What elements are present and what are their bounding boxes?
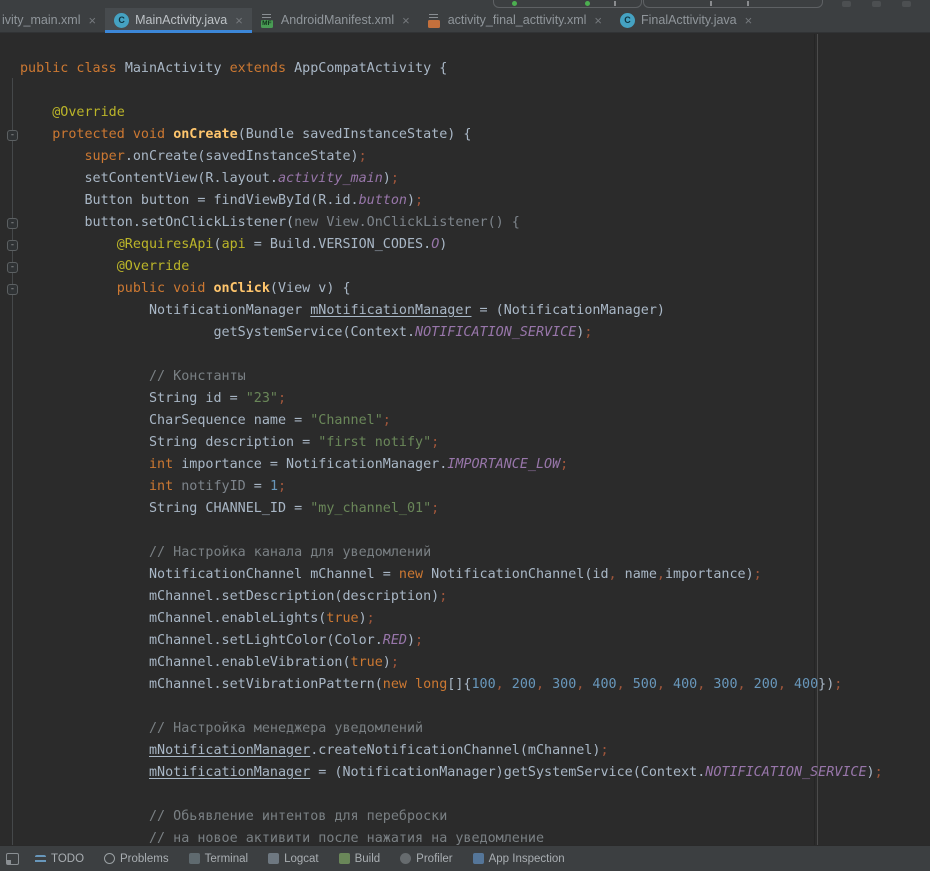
code-line [20, 80, 930, 102]
code-line: @Override [20, 256, 930, 278]
toolwindow-app-inspection[interactable]: App Inspection [473, 853, 565, 865]
code-line: button.setOnClickListener(new View.OnCli… [20, 212, 930, 234]
code-line: Button button = findViewById(R.id.button… [20, 190, 930, 212]
close-icon[interactable]: × [745, 14, 753, 27]
code-editor[interactable]: public class MainActivity extends AppCom… [0, 34, 930, 855]
code-line: mChannel.setDescription(description); [20, 586, 930, 608]
code-line: @RequiresApi(api = Build.VERSION_CODES.O… [20, 234, 930, 256]
code-line: public void onClick(View v) { [20, 278, 930, 300]
code-line: super.onCreate(savedInstanceState); [20, 146, 930, 168]
code-line: NotificationChannel mChannel = new Notif… [20, 564, 930, 586]
device-selector[interactable] [643, 0, 823, 8]
code-line: // Настройка менеджера уведомлений [20, 718, 930, 740]
code-line: CharSequence name = "Channel"; [20, 410, 930, 432]
toolbar-button-icon[interactable] [872, 1, 881, 7]
android-studio-window: { "ui": { "close_glyph": "×", "fold_glyp… [0, 0, 930, 855]
fold-collapse-icon[interactable]: - [7, 262, 18, 273]
tab-label: activity_final_acttivity.xml [448, 13, 587, 27]
code-line: public class MainActivity extends AppCom… [20, 58, 930, 80]
toolwindow-toggle-icon[interactable] [6, 853, 19, 865]
toolbar-mark [747, 1, 749, 6]
tool-window-bar: TODO Problems Terminal Logcat Build Prof… [0, 845, 930, 871]
tab-label: MainActivity.java [135, 13, 227, 27]
code-line: NotificationManager mNotificationManager… [20, 300, 930, 322]
code-line: mChannel.setLightColor(Color.RED); [20, 630, 930, 652]
tab-activity-main-xml[interactable]: ivity_main.xml × [0, 8, 105, 32]
editor-tab-bar: ivity_main.xml × C MainActivity.java × M… [0, 8, 930, 33]
code-line: setContentView(R.layout.activity_main); [20, 168, 930, 190]
toolwindow-label: Problems [120, 853, 169, 865]
code-line: String description = "first notify"; [20, 432, 930, 454]
toolwindow-label: Profiler [416, 853, 452, 865]
toolwindow-label: Build [355, 853, 381, 865]
toolbar-button-icon[interactable] [842, 1, 851, 7]
status-dot-icon [512, 1, 517, 6]
code-line: mChannel.enableVibration(true); [20, 652, 930, 674]
fold-collapse-icon[interactable]: - [7, 284, 18, 295]
close-icon[interactable]: × [89, 14, 97, 27]
toolbar-mark [614, 1, 616, 6]
tab-label: FinalActtivity.java [641, 13, 737, 27]
code-line: String id = "23"; [20, 388, 930, 410]
fold-collapse-icon[interactable]: - [7, 240, 18, 251]
main-toolbar-sliver [0, 0, 930, 8]
status-dot-icon [585, 1, 590, 6]
code-line [20, 520, 930, 542]
java-class-icon: C [620, 13, 635, 28]
code-line: mNotificationManager.createNotificationC… [20, 740, 930, 762]
code-line: String CHANNEL_ID = "my_channel_01"; [20, 498, 930, 520]
tab-mainactivity-java[interactable]: C MainActivity.java × [105, 8, 252, 32]
code-line: mChannel.setVibrationPattern(new long[]{… [20, 674, 930, 696]
tab-label: ivity_main.xml [2, 13, 81, 27]
toolwindow-todo[interactable]: TODO [35, 853, 84, 865]
close-icon[interactable]: × [594, 14, 602, 27]
code-line [20, 344, 930, 366]
toolbar-mark [710, 1, 712, 6]
code-line [20, 784, 930, 806]
toolwindow-profiler[interactable]: Profiler [400, 853, 452, 865]
tab-activity-final-acttivity-xml[interactable]: activity_final_acttivity.xml × [419, 8, 611, 32]
code-line: protected void onCreate(Bundle savedInst… [20, 124, 930, 146]
toolwindow-label: Logcat [284, 853, 319, 865]
fold-collapse-icon[interactable]: - [7, 218, 18, 229]
toolwindow-logcat[interactable]: Logcat [268, 853, 319, 865]
code-line: // Настройка канала для уведомлений [20, 542, 930, 564]
code-line: @Override [20, 102, 930, 124]
code-line: // Обьявление интентов для переброски [20, 806, 930, 828]
tab-finalacttivity-java[interactable]: C FinalActtivity.java × [611, 8, 761, 32]
fold-collapse-icon[interactable]: - [7, 130, 18, 141]
tab-label: AndroidManifest.xml [281, 13, 394, 27]
toolwindow-terminal[interactable]: Terminal [189, 853, 248, 865]
toolbar-button-icon[interactable] [902, 1, 911, 7]
code-line: mNotificationManager = (NotificationMana… [20, 762, 930, 784]
code-area: public class MainActivity extends AppCom… [20, 58, 930, 850]
code-line [20, 696, 930, 718]
code-line: mChannel.enableLights(true); [20, 608, 930, 630]
toolwindow-problems[interactable]: Problems [104, 853, 169, 865]
toolwindow-label: App Inspection [489, 853, 565, 865]
gutter-fold-line [12, 78, 13, 845]
toolwindow-label: TODO [51, 853, 84, 865]
code-line: int notifyID = 1; [20, 476, 930, 498]
code-line: getSystemService(Context.NOTIFICATION_SE… [20, 322, 930, 344]
toolwindow-build[interactable]: Build [339, 853, 381, 865]
toolwindow-label: Terminal [205, 853, 248, 865]
manifest-file-icon: MF [261, 13, 275, 28]
java-class-icon: C [114, 13, 129, 28]
close-icon[interactable]: × [235, 14, 243, 27]
code-line: // Константы [20, 366, 930, 388]
tab-androidmanifest-xml[interactable]: MF AndroidManifest.xml × [252, 8, 419, 32]
close-icon[interactable]: × [402, 14, 410, 27]
todo-icon [35, 855, 46, 862]
code-line: int importance = NotificationManager.IMP… [20, 454, 930, 476]
layout-xml-file-icon [428, 13, 442, 28]
